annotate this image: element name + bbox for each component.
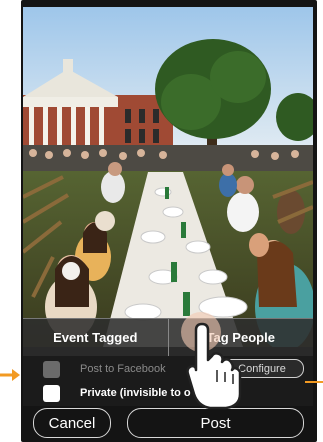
event-photo <box>23 7 313 347</box>
tab-event-tagged[interactable]: Event Tagged <box>23 319 168 356</box>
tag-tabs: Event Tagged Tag People <box>23 318 313 356</box>
tab-tag-people[interactable]: Tag People <box>167 319 314 356</box>
orange-line-icon <box>305 381 323 383</box>
cancel-button[interactable]: Cancel <box>33 408 111 438</box>
private-option-row: Private (invisible to o <box>23 382 313 406</box>
orange-arrow-icon <box>0 369 20 381</box>
private-label: Private (invisible to o <box>80 387 191 399</box>
post-to-facebook-label: Post to Facebook <box>80 363 166 375</box>
post-button[interactable]: Post <box>127 408 304 438</box>
configure-button[interactable]: Configure <box>220 359 304 378</box>
facebook-option-row: Post to Facebook Configure <box>23 358 313 382</box>
post-to-facebook-checkbox[interactable] <box>43 361 60 378</box>
share-options-panel: Post to Facebook Configure Private (invi… <box>23 356 313 406</box>
screen: Event Tagged Tag People Post to Facebook… <box>0 0 323 442</box>
private-checkbox[interactable] <box>43 385 60 402</box>
